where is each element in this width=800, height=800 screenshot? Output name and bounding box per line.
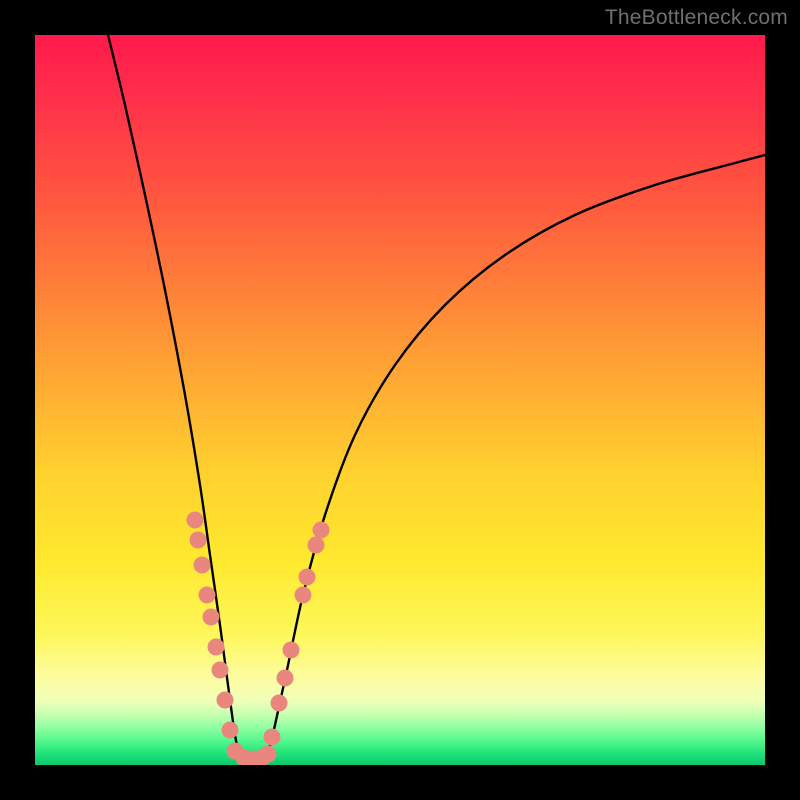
highlight-dot	[283, 642, 300, 659]
highlight-dot	[260, 746, 277, 763]
highlight-dot	[277, 670, 294, 687]
highlight-dot	[299, 569, 316, 586]
highlight-dot	[308, 537, 325, 554]
curve-right-curve	[267, 155, 765, 758]
curve-layer	[35, 35, 765, 765]
highlight-dot	[203, 609, 220, 626]
watermark-text: TheBottleneck.com	[605, 6, 788, 30]
highlight-dot	[313, 522, 330, 539]
highlight-dot	[187, 512, 204, 529]
highlight-dot	[295, 587, 312, 604]
highlight-dot	[208, 639, 225, 656]
highlight-dot	[194, 557, 211, 574]
highlight-dot	[212, 662, 229, 679]
highlight-dot	[222, 722, 239, 739]
plot-area	[35, 35, 765, 765]
highlight-dot	[199, 587, 216, 604]
chart-frame: TheBottleneck.com	[0, 0, 800, 800]
highlight-dot	[264, 729, 281, 746]
highlight-dot	[271, 695, 288, 712]
highlight-dot	[217, 692, 234, 709]
highlight-dot	[190, 532, 207, 549]
